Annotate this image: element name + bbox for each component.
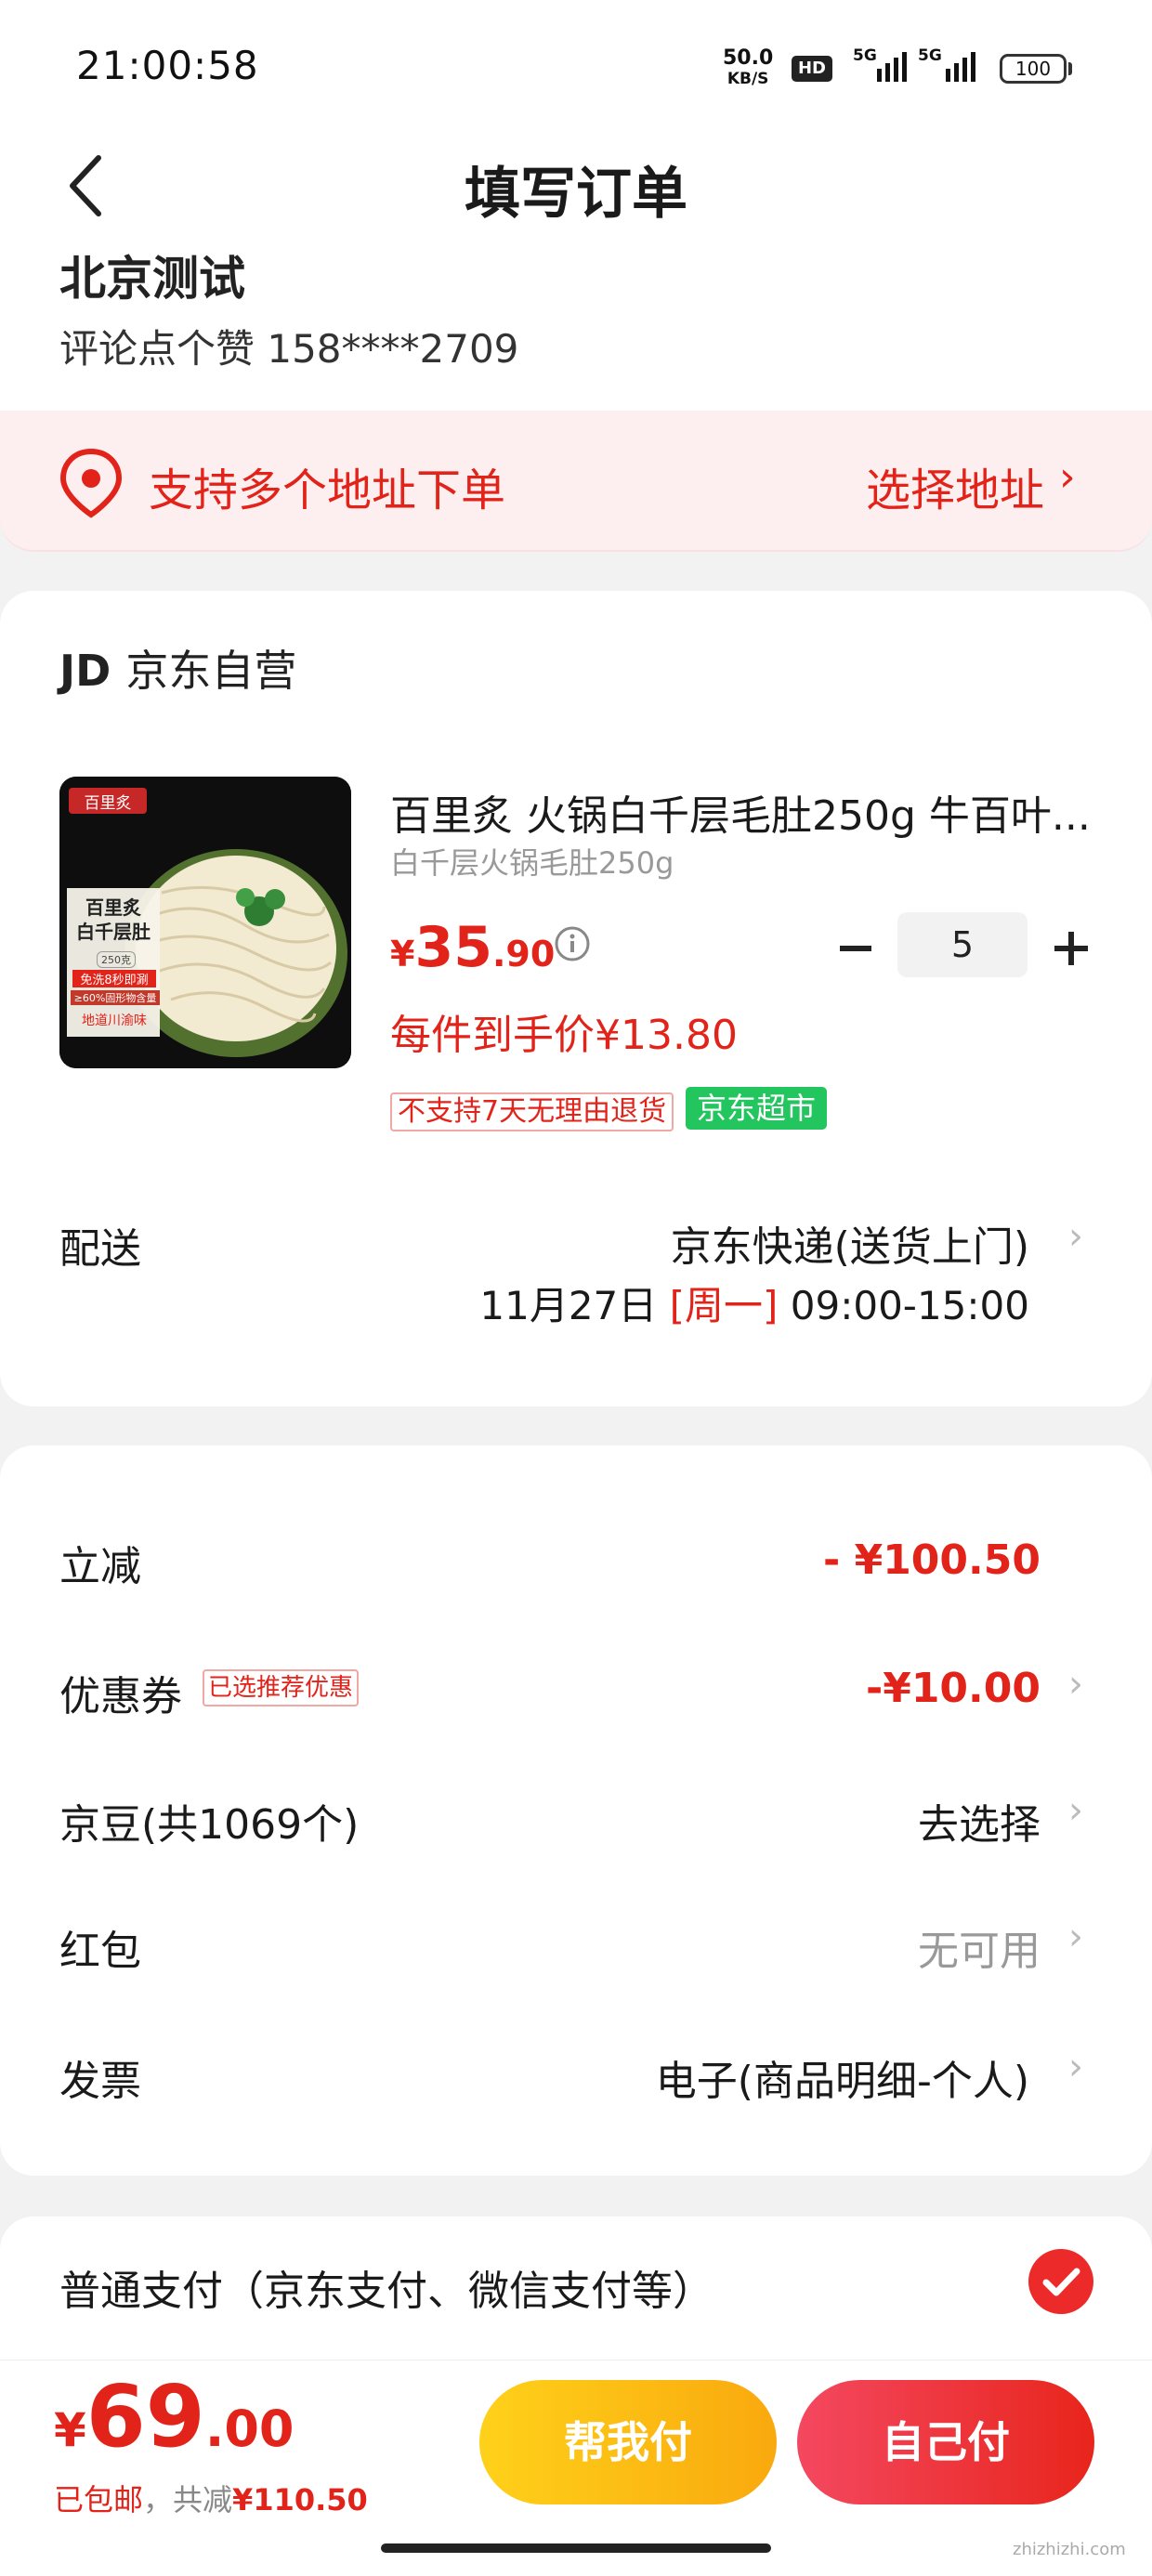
signal-label-1: 5G	[853, 46, 877, 65]
total-integer: 69	[85, 2367, 205, 2466]
self-pay-button[interactable]: 自己付	[797, 2380, 1094, 2504]
shop-name[interactable]: JD 京东自营	[59, 637, 296, 699]
quantity-increase-button[interactable]	[1046, 923, 1096, 974]
product-image-weight: 250克	[97, 951, 136, 968]
saved-label: 共减	[173, 2482, 233, 2517]
total-price: ¥69.00	[54, 2367, 295, 2466]
quantity-input[interactable]: 5	[897, 912, 1028, 977]
home-indicator[interactable]	[381, 2543, 771, 2553]
quantity-decrease-button[interactable]	[832, 925, 879, 972]
product-image-feature2: ≥60%固形物含量	[71, 990, 160, 1005]
chevron-right-icon: ›	[1059, 453, 1076, 501]
total-symbol: ¥	[54, 2403, 86, 2457]
invoice-value[interactable]: 电子(商品明细-个人)	[656, 2047, 1029, 2107]
address-name: 北京测试	[59, 253, 245, 306]
delivery-method[interactable]: 京东快递(送货上门)	[671, 1213, 1029, 1273]
network-speed-unit: KB/S	[727, 70, 769, 88]
instant-discount-value: - ¥100.50	[823, 1536, 1041, 1584]
redpack-row[interactable]: 红包	[59, 1917, 141, 1977]
network-speed: 50.0 KB/S	[723, 48, 773, 89]
chevron-right-icon: ›	[1068, 1916, 1083, 1958]
product-image-name-line1: 百里炙	[85, 896, 141, 919]
signal-bars-2-icon	[946, 52, 979, 82]
total-summary: 已包邮，共减¥110.50	[54, 2477, 368, 2519]
chevron-right-icon: ›	[1068, 1215, 1083, 1258]
location-pin-icon	[58, 448, 124, 518]
chevron-right-icon: ›	[1068, 1663, 1083, 1706]
total-decimal: .00	[204, 2399, 295, 2458]
delivery-weekday: [周一]	[669, 1283, 779, 1328]
network-speed-value: 50.0	[723, 46, 774, 70]
product-image-name: 百里炙 白千层肚	[67, 896, 160, 944]
product-image-name-line2: 白千层肚	[76, 921, 151, 943]
invoice-row[interactable]: 发票	[59, 2047, 141, 2107]
supermarket-tag: 京东超市	[686, 1087, 828, 1130]
jingdou-row[interactable]: 京豆(共1069个)	[59, 1791, 359, 1850]
price-decimal: .90	[491, 934, 556, 974]
redpack-value[interactable]: 无可用	[918, 1917, 1041, 1977]
address-block[interactable]: 北京测试 评论点个赞 158****2709	[0, 253, 1152, 411]
price-integer: 35	[414, 915, 492, 980]
signal-bars-icon	[877, 52, 910, 82]
product-image-feature1: 免洗8秒即涮	[72, 970, 156, 987]
multi-address-text: 支持多个地址下单	[149, 464, 506, 517]
delivery-label: 配送	[59, 1225, 141, 1273]
page-title: 填写订单	[465, 162, 687, 227]
delivery-date: 11月27日 [周一] 09:00-15:00	[479, 1275, 1029, 1331]
check-circle-icon[interactable]	[1028, 2248, 1094, 2315]
ask-friend-pay-button[interactable]: 帮我付	[479, 2380, 777, 2504]
jingdou-value[interactable]: 去选择	[918, 1791, 1041, 1850]
battery-icon: 100	[1000, 54, 1067, 84]
product-title[interactable]: 百里炙 火锅白千层毛肚250g 牛百叶...	[390, 782, 1096, 842]
status-time: 21:00:58	[76, 43, 259, 88]
product-image-feature3: 地道川渝味	[82, 1013, 147, 1028]
product-spec: 白千层火锅毛肚250g	[390, 845, 674, 881]
delivery-time: 09:00-15:00	[790, 1283, 1029, 1328]
watermark: zhizhizhi.com	[1013, 2540, 1126, 2559]
summary-separator: ，	[143, 2482, 174, 2517]
address-contact: 评论点个赞 158****2709	[59, 326, 519, 372]
coupon-row[interactable]: 优惠券	[59, 1663, 182, 1722]
no-return-tag: 不支持7天无理由退货	[390, 1092, 674, 1131]
instant-discount-label: 立减	[59, 1543, 141, 1590]
coupon-badge: 已选推荐优惠	[203, 1669, 360, 1706]
info-icon[interactable]	[554, 925, 591, 962]
price-symbol: ¥	[390, 934, 415, 974]
hd-icon: HD	[792, 56, 832, 82]
delivery-day: 11月27日	[479, 1283, 658, 1328]
payment-method-label[interactable]: 普通支付（京东支付、微信支付等）	[59, 2257, 713, 2317]
shipping-status: 已包邮	[54, 2482, 144, 2517]
jd-logo-icon: JD	[59, 646, 111, 696]
unit-price: 每件到手价¥13.80	[390, 1012, 738, 1059]
product-image-brand: 百里炙	[84, 794, 132, 813]
chevron-right-icon: ›	[1068, 2046, 1083, 2088]
chevron-right-icon: ›	[1068, 1789, 1083, 1832]
select-address-link[interactable]: 选择地址	[866, 453, 1044, 518]
signal-label-2: 5G	[918, 46, 942, 65]
product-image[interactable]: 百里炙 百里炙 白千层肚 250克 免洗8秒即涮 ≥60%固形物含量 地道川渝味	[59, 777, 351, 1068]
battery-tip	[1068, 62, 1072, 75]
coupon-value[interactable]: -¥10.00	[866, 1665, 1041, 1712]
saved-amount: ¥110.50	[232, 2482, 368, 2517]
product-price: ¥35.90	[390, 915, 555, 980]
shop-name-text: 京东自营	[125, 646, 297, 696]
